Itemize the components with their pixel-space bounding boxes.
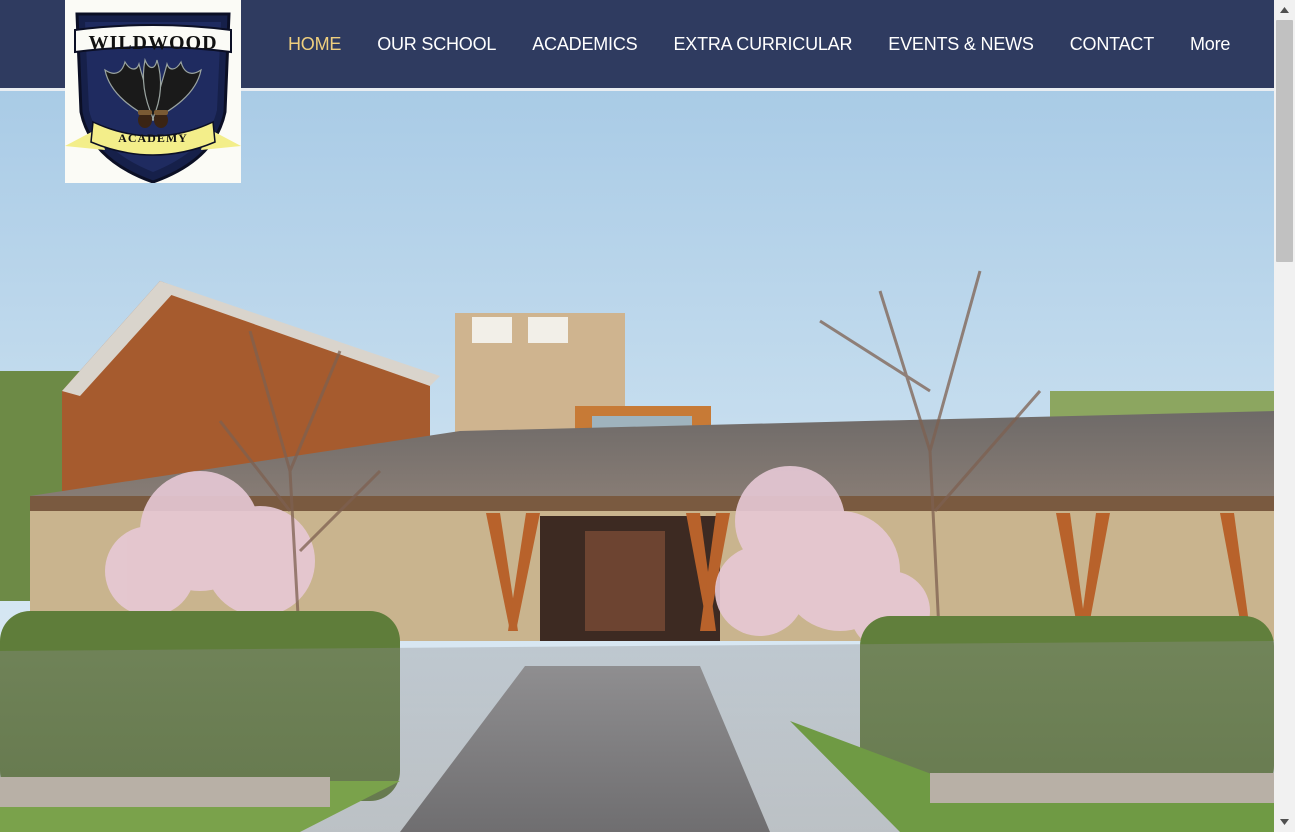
nav-item-contact[interactable]: CONTACT xyxy=(1052,34,1172,55)
hero-image xyxy=(0,91,1274,832)
vertical-scrollbar[interactable] xyxy=(1274,0,1295,832)
school-building-photo xyxy=(0,91,1274,832)
scroll-up-button[interactable] xyxy=(1274,0,1295,20)
scrollbar-thumb[interactable] xyxy=(1276,20,1293,262)
nav-item-our-school[interactable]: OUR SCHOOL xyxy=(359,34,514,55)
logo-top-text: WILDWOOD xyxy=(88,32,217,54)
triangle-up-icon xyxy=(1280,7,1289,13)
nav-item-extra-curricular[interactable]: EXTRA CURRICULAR xyxy=(655,34,870,55)
main-nav: HOME OUR SCHOOL ACADEMICS EXTRA CURRICUL… xyxy=(270,0,1248,88)
nav-item-more[interactable]: More xyxy=(1172,34,1248,55)
school-logo[interactable]: WILDWOOD ACADEMY xyxy=(65,0,241,184)
shield-crest-icon: WILDWOOD ACADEMY xyxy=(65,12,241,184)
nav-item-home[interactable]: HOME xyxy=(270,34,359,55)
nav-item-academics[interactable]: ACADEMICS xyxy=(514,34,655,55)
nav-item-events-news[interactable]: EVENTS & NEWS xyxy=(870,34,1051,55)
scroll-down-button[interactable] xyxy=(1274,812,1295,832)
logo-ribbon-text: ACADEMY xyxy=(118,131,188,145)
triangle-down-icon xyxy=(1280,819,1289,825)
